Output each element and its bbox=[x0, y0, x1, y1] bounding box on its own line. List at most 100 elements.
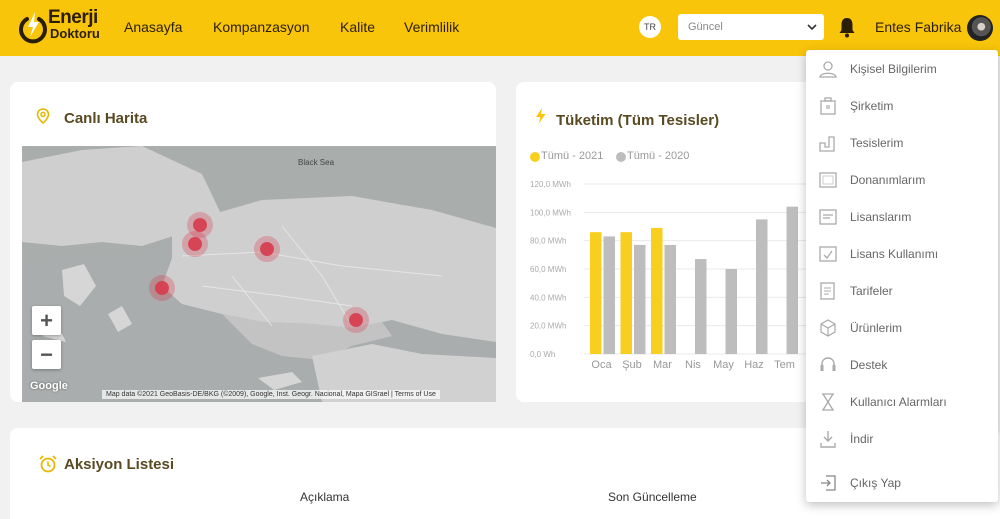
legend-label-2021[interactable]: Tümü - 2021 bbox=[541, 150, 603, 162]
headset-icon bbox=[820, 357, 836, 371]
chart-bar bbox=[603, 236, 615, 354]
period-select[interactable]: Güncel bbox=[678, 14, 824, 40]
nav-kalite[interactable]: Kalite bbox=[340, 19, 375, 35]
tariff-icon bbox=[820, 282, 835, 300]
alarm-clock-icon bbox=[39, 455, 57, 473]
bell-icon[interactable] bbox=[838, 16, 856, 38]
license-icon bbox=[819, 209, 837, 225]
chart-bar bbox=[651, 227, 663, 354]
logo-text-bottom: Doktoru bbox=[50, 26, 100, 41]
actions-card-title: Aksiyon Listesi bbox=[64, 456, 175, 473]
y-tick-label: 120,0 MWh bbox=[530, 180, 571, 189]
menu-item-label: Tesislerim bbox=[850, 136, 904, 150]
y-tick-label: 20,0 MWh bbox=[530, 322, 566, 331]
user-icon bbox=[819, 61, 837, 78]
map-terrain bbox=[22, 146, 496, 402]
menu-item-support[interactable]: Destek bbox=[806, 348, 998, 384]
menu-item-download[interactable]: İndir bbox=[806, 422, 998, 458]
live-map[interactable]: Black Sea + − Google Map data ©2021 GeoB… bbox=[22, 146, 496, 402]
menu-item-label: Kullanıcı Alarmları bbox=[850, 395, 947, 409]
map-marker[interactable] bbox=[193, 218, 207, 232]
menu-item-label: İndir bbox=[850, 432, 874, 446]
nav-anasayfa[interactable]: Anasayfa bbox=[124, 19, 182, 35]
menu-item-devices[interactable]: Donanımlarım bbox=[806, 163, 998, 199]
x-tick-label: Haz bbox=[744, 359, 764, 371]
x-tick-label: May bbox=[713, 359, 734, 371]
menu-item-label: Destek bbox=[850, 358, 888, 372]
logout-icon bbox=[821, 475, 836, 491]
chart-bar bbox=[664, 244, 676, 354]
legend-marker-2021[interactable] bbox=[530, 152, 540, 162]
map-card-title: Canlı Harita bbox=[64, 110, 148, 127]
map-marker[interactable] bbox=[349, 313, 363, 327]
menu-item-label: Lisans Kullanımı bbox=[850, 247, 939, 261]
y-tick-label: 80,0 MWh bbox=[530, 237, 566, 246]
chart-bar bbox=[786, 206, 798, 354]
legend-marker-2020[interactable] bbox=[616, 152, 626, 162]
x-tick-label: Tem bbox=[774, 359, 795, 371]
avatar[interactable] bbox=[967, 15, 993, 41]
y-tick-label: 0,0 Wh bbox=[530, 350, 555, 359]
chart-bar bbox=[620, 232, 632, 354]
column-header-description[interactable]: Açıklama bbox=[300, 490, 349, 504]
map-marker[interactable] bbox=[188, 237, 202, 251]
top-bar: Enerji Doktoru Anasayfa Kompanzasyon Kal… bbox=[0, 0, 1000, 56]
x-tick-label: Şub bbox=[622, 359, 642, 371]
user-menu: Kişisel Bilgilerim Şirketim Tesislerim D… bbox=[806, 50, 998, 502]
lightning-icon bbox=[536, 108, 546, 124]
factory-icon bbox=[819, 136, 835, 152]
y-tick-label: 60,0 MWh bbox=[530, 265, 566, 274]
menu-item-logout[interactable]: Çıkış Yap bbox=[806, 466, 998, 502]
chart-bar bbox=[695, 259, 707, 354]
map-attribution[interactable]: Map data ©2021 GeoBasis-DE/BKG (©2009), … bbox=[102, 390, 440, 399]
zoom-in-button[interactable]: + bbox=[32, 306, 61, 335]
map-marker[interactable] bbox=[260, 242, 274, 256]
map-sea-label: Black Sea bbox=[298, 158, 335, 167]
menu-item-label: Şirketim bbox=[850, 99, 894, 113]
menu-item-label: Donanımlarım bbox=[850, 173, 926, 187]
chart-bar bbox=[725, 269, 737, 354]
building-icon bbox=[820, 97, 836, 115]
nav-verimlilik[interactable]: Verimlilik bbox=[404, 19, 459, 35]
nav-kompanzasyon[interactable]: Kompanzasyon bbox=[213, 19, 310, 35]
license-usage-icon bbox=[819, 246, 837, 262]
x-tick-label: Oca bbox=[591, 359, 612, 371]
chart-card-title: Tüketim (Tüm Tesisler) bbox=[556, 112, 720, 129]
zoom-out-button[interactable]: − bbox=[32, 340, 61, 369]
user-name[interactable]: Entes Fabrika bbox=[875, 19, 961, 35]
language-button[interactable]: TR bbox=[639, 16, 661, 38]
menu-item-facilities[interactable]: Tesislerim bbox=[806, 126, 998, 162]
x-tick-label: Nis bbox=[685, 359, 701, 371]
y-tick-label: 100,0 MWh bbox=[530, 208, 571, 217]
consumption-chart: 0,0 Wh 20,0 MWh 40,0 MWh 60,0 MWh 80,0 MWh 10… bbox=[530, 180, 806, 371]
menu-item-label: Lisanslarım bbox=[850, 210, 912, 224]
column-header-last-updated[interactable]: Son Güncelleme bbox=[608, 490, 697, 504]
menu-item-license-usage[interactable]: Lisans Kullanımı bbox=[806, 237, 998, 273]
menu-item-licenses[interactable]: Lisanslarım bbox=[806, 200, 998, 236]
menu-item-label: Çıkış Yap bbox=[850, 476, 901, 490]
location-pin-icon bbox=[36, 108, 50, 124]
chart-bar bbox=[590, 232, 602, 354]
menu-item-tariffs[interactable]: Tarifeler bbox=[806, 274, 998, 310]
y-tick-label: 40,0 MWh bbox=[530, 293, 566, 302]
menu-item-label: Kişisel Bilgilerim bbox=[850, 62, 937, 76]
logo-text-top: Enerji bbox=[48, 7, 98, 28]
download-icon bbox=[820, 431, 836, 448]
x-tick-label: Mar bbox=[653, 359, 672, 371]
products-icon bbox=[820, 319, 836, 337]
menu-item-products[interactable]: Ürünlerim bbox=[806, 311, 998, 347]
menu-item-user-alarms[interactable]: Kullanıcı Alarmları bbox=[806, 385, 998, 421]
app-logo[interactable]: Enerji Doktoru bbox=[16, 8, 116, 48]
power-logo-icon bbox=[19, 12, 47, 44]
chevron-down-icon bbox=[807, 24, 817, 31]
chart-bar bbox=[634, 244, 646, 354]
legend-label-2020[interactable]: Tümü - 2020 bbox=[627, 150, 689, 162]
menu-item-company[interactable]: Şirketim bbox=[806, 89, 998, 125]
menu-item-label: Tarifeler bbox=[850, 284, 893, 298]
chart-bar bbox=[756, 219, 768, 354]
menu-item-personal-info[interactable]: Kişisel Bilgilerim bbox=[806, 52, 998, 88]
map-marker[interactable] bbox=[155, 281, 169, 295]
period-select-value: Güncel bbox=[688, 21, 723, 33]
device-icon bbox=[819, 172, 837, 188]
hourglass-icon bbox=[822, 393, 834, 411]
